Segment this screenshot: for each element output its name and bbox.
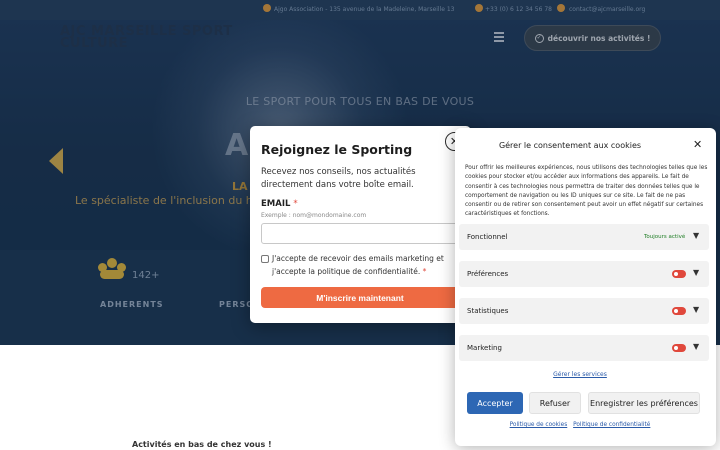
save-preferences-button[interactable]: Enregistrer les préférences xyxy=(588,392,700,414)
chevron-down-icon[interactable]: ▼ xyxy=(693,231,699,240)
chevron-down-icon[interactable]: ▼ xyxy=(693,268,699,277)
modal-title: Rejoignez le Sporting xyxy=(261,142,413,157)
preferences-toggle[interactable] xyxy=(672,270,686,278)
category-label: Préférences xyxy=(467,270,509,278)
newsletter-modal: ✕ Rejoignez le Sporting Recevez nos cons… xyxy=(250,126,471,323)
modal-description: Recevez nos conseils, nos actualités dir… xyxy=(261,167,416,190)
privacy-policy-link[interactable]: Politique de confidentialité xyxy=(573,422,650,428)
cookie-policy-links: Politique de cookies Politique de confid… xyxy=(455,422,705,428)
category-label: Statistiques xyxy=(467,307,509,315)
email-hint: Exemple : nom@mondomaine.com xyxy=(261,212,367,219)
cookie-category-functional[interactable]: Fonctionnel Toujours activé ▼ xyxy=(459,224,709,250)
chevron-down-icon[interactable]: ▼ xyxy=(693,305,699,314)
accept-cookies-button[interactable]: Accepter xyxy=(467,392,523,414)
email-label-text: EMAIL xyxy=(261,199,291,209)
activities-heading: Activités en bas de chez vous ! xyxy=(132,440,272,449)
cookie-close-icon[interactable]: ✕ xyxy=(693,138,702,151)
cookie-policy-link[interactable]: Politique de cookies xyxy=(510,422,568,428)
category-label: Marketing xyxy=(467,344,502,352)
cookie-consent-panel: Gérer le consentement aux cookies ✕ Pour… xyxy=(455,128,716,446)
email-field[interactable] xyxy=(261,223,459,244)
marketing-toggle[interactable] xyxy=(672,344,686,352)
cookie-description: Pour offrir les meilleures expériences, … xyxy=(465,165,708,218)
manage-services-link[interactable]: Gérer les services xyxy=(455,371,705,378)
cookie-category-preferences[interactable]: Préférences ▼ xyxy=(459,261,709,287)
refuse-cookies-button[interactable]: Refuser xyxy=(529,392,581,414)
required-mark: * xyxy=(293,199,298,209)
cookie-category-marketing[interactable]: Marketing ▼ xyxy=(459,335,709,361)
cookie-title: Gérer le consentement aux cookies xyxy=(498,141,642,150)
consent-text: J'accepte de recevoir des emails marketi… xyxy=(272,254,444,276)
consent-checkbox[interactable] xyxy=(261,255,269,263)
consent-required-mark: * xyxy=(422,267,427,276)
cookie-category-statistics[interactable]: Statistiques ▼ xyxy=(459,298,709,324)
subscribe-button[interactable]: M'inscrire maintenant xyxy=(261,287,459,308)
statistics-toggle[interactable] xyxy=(672,307,686,315)
always-active-status: Toujours activé xyxy=(644,234,686,240)
category-label: Fonctionnel xyxy=(467,233,508,241)
consent-label: J'accepte de recevoir des emails marketi… xyxy=(272,252,464,278)
email-label: EMAIL * xyxy=(261,199,298,209)
chevron-down-icon[interactable]: ▼ xyxy=(693,342,699,351)
